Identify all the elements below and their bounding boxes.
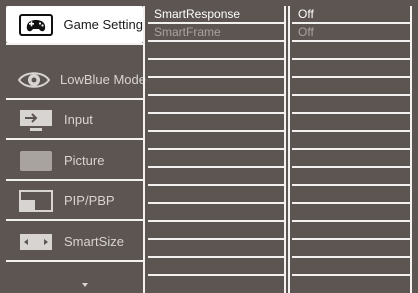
- value-item: [292, 258, 410, 276]
- values-column: Off Off: [292, 6, 410, 276]
- divider: [6, 43, 143, 45]
- osd-menu: Game Setting LowBlue Mode Input Picture …: [0, 0, 418, 293]
- value-item: [292, 150, 410, 168]
- value-item: [292, 114, 410, 132]
- menu-item-game-setting[interactable]: Game Setting: [6, 6, 143, 43]
- menu-item-label: SmartSize: [64, 234, 124, 249]
- submenu-item: [148, 168, 284, 186]
- value-smartframe[interactable]: Off: [292, 24, 410, 42]
- submenu-item: [148, 258, 284, 276]
- menu-item-label: PIP/PBP: [64, 193, 115, 208]
- eye-icon: [16, 67, 52, 93]
- value-item: [292, 78, 410, 96]
- value-smartresponse[interactable]: Off: [292, 6, 410, 24]
- submenu-item: [148, 186, 284, 204]
- submenu-item: [148, 60, 284, 78]
- value-item: [292, 168, 410, 186]
- divider: [6, 179, 143, 181]
- value-item: [292, 186, 410, 204]
- divider: [6, 260, 143, 262]
- submenu-item: [148, 42, 284, 60]
- menu-item-label: Input: [64, 112, 93, 127]
- submenu-item: [148, 150, 284, 168]
- input-icon: [16, 107, 56, 133]
- divider: [6, 98, 143, 100]
- menu-item-label: Picture: [64, 153, 105, 168]
- submenu-item: [148, 132, 284, 150]
- divider: [6, 138, 143, 140]
- picture-icon: [16, 148, 56, 174]
- value-item: [292, 222, 410, 240]
- value-item: [292, 132, 410, 150]
- value-item: [292, 42, 410, 60]
- submenu-item: [148, 78, 284, 96]
- pip-icon: [16, 188, 56, 214]
- submenu-item-smartresponse[interactable]: SmartResponse: [148, 6, 284, 24]
- submenu-item-smartframe[interactable]: SmartFrame: [148, 24, 284, 42]
- value-item: [292, 60, 410, 78]
- divider: [6, 219, 143, 221]
- menu-item-picture[interactable]: Picture: [6, 142, 143, 179]
- column-divider: [284, 6, 286, 293]
- menu-item-pip-pbp[interactable]: PIP/PBP: [6, 182, 143, 219]
- value-item: [292, 96, 410, 114]
- menu-item-lowblue-mode[interactable]: LowBlue Mode: [6, 61, 146, 98]
- menu-item-label: Game Setting: [63, 17, 144, 32]
- submenu-item: [148, 222, 284, 240]
- smartsize-icon: [16, 229, 56, 255]
- column-divider: [288, 6, 290, 293]
- menu-item-input[interactable]: Input: [6, 101, 143, 138]
- submenu-item: [148, 96, 284, 114]
- submenu-item: [148, 114, 284, 132]
- submenu-column: SmartResponse SmartFrame: [148, 6, 284, 276]
- gamepad-icon: [16, 12, 56, 38]
- value-item: [292, 240, 410, 258]
- submenu-item: [148, 204, 284, 222]
- submenu-item: [148, 240, 284, 258]
- menu-item-label: LowBlue Mode: [60, 72, 146, 87]
- column-divider: [143, 6, 145, 293]
- column-divider: [410, 6, 412, 293]
- chevron-down-icon[interactable]: [82, 283, 88, 287]
- menu-item-smartsize[interactable]: SmartSize: [6, 223, 143, 260]
- value-item: [292, 204, 410, 222]
